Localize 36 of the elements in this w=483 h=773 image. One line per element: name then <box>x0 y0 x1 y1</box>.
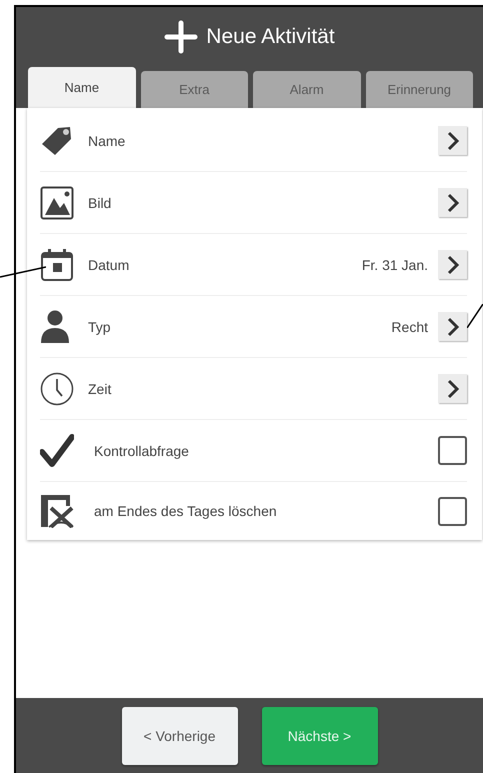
next-button[interactable]: Nächste > <box>262 706 378 764</box>
chevron-right-icon <box>446 378 460 398</box>
row-label: Name <box>88 132 126 148</box>
row-label: Bild <box>88 194 112 210</box>
checkbox[interactable] <box>438 496 467 526</box>
tab[interactable]: Name <box>28 67 136 108</box>
previous-button[interactable]: < Vorherige <box>122 706 238 764</box>
chevron-button[interactable] <box>438 126 467 155</box>
image-icon <box>40 186 74 220</box>
row-value: Recht <box>391 318 428 334</box>
row-label: Typ <box>88 318 112 334</box>
calendar-icon <box>40 248 74 282</box>
chevron-button[interactable] <box>438 312 467 341</box>
tab[interactable]: Erinnerung <box>366 71 473 108</box>
clock-icon <box>40 372 74 406</box>
checkbox[interactable] <box>438 436 467 465</box>
leader-line <box>467 304 483 328</box>
plus-icon <box>164 20 198 54</box>
row-label: am Endes des Tages löschen <box>93 503 278 519</box>
screen-title: Neue Aktivität <box>206 25 335 49</box>
tab[interactable]: Alarm <box>253 71 360 108</box>
chevron-right-icon <box>446 254 460 274</box>
checkmark-icon <box>40 434 74 468</box>
row-label: Kontrollabfrage <box>93 442 190 458</box>
chevron-right-icon <box>446 316 460 336</box>
row-label: Datum <box>88 256 130 272</box>
row-label: Zeit <box>88 380 112 396</box>
chevron-button[interactable] <box>438 250 467 279</box>
chevron-right-icon <box>446 192 460 212</box>
chevron-right-icon <box>446 130 460 150</box>
chevron-button[interactable] <box>438 188 467 217</box>
tab[interactable]: Extra <box>140 71 248 108</box>
row-value: Fr. 31 Jan. <box>362 256 428 272</box>
person-icon <box>40 310 70 344</box>
delete-calendar-icon <box>40 494 74 528</box>
chevron-button[interactable] <box>438 374 467 403</box>
